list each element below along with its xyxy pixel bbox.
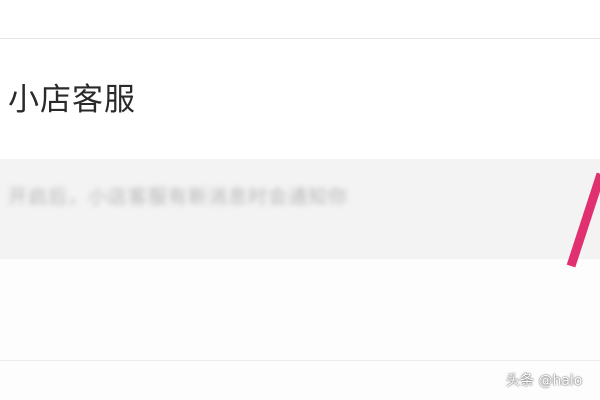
watermark-text: 头条 @halo (506, 373, 583, 389)
previous-setting-row (0, 0, 600, 38)
row-divider-bottom (0, 360, 600, 361)
setting-title: 小店客服 (8, 82, 136, 118)
setting-description-band (0, 159, 600, 259)
setting-description: 开启后，小店客服有新消息时会通知你 (8, 186, 349, 208)
